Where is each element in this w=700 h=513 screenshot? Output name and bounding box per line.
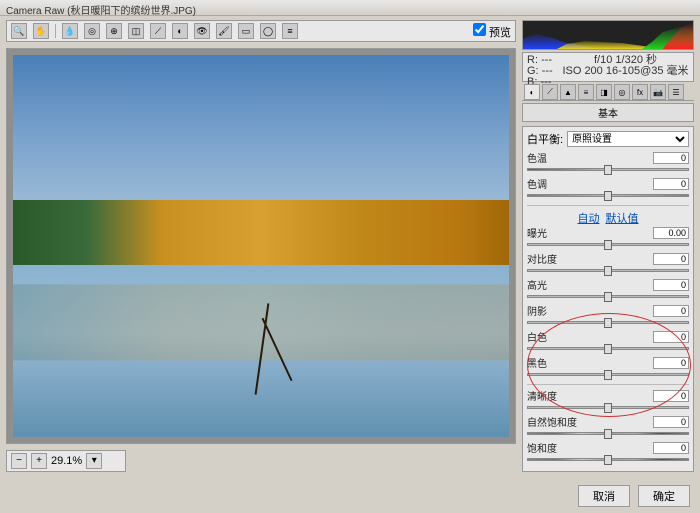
slider-contrast: 对比度0 xyxy=(527,252,689,276)
tab-split[interactable]: ◨ xyxy=(596,84,612,100)
zoom-out-button[interactable]: − xyxy=(11,453,27,469)
histogram xyxy=(522,20,694,50)
tab-presets[interactable]: ☰ xyxy=(668,84,684,100)
cancel-button[interactable]: 取消 xyxy=(578,485,630,507)
slider-blacks: 黑色0 xyxy=(527,356,689,380)
slider-temp: 色温0 xyxy=(527,151,689,175)
tab-hsl[interactable]: ≡ xyxy=(578,84,594,100)
slider-vibrance: 自然饱和度0 xyxy=(527,415,689,439)
target-adjust-icon[interactable]: ⊕ xyxy=(106,23,122,39)
slider-whites: 白色0 xyxy=(527,330,689,354)
iso-readout: ISO 200 16-105@35 毫米 xyxy=(562,66,689,77)
slider-highlights: 高光0 xyxy=(527,278,689,302)
info-readout: R: --- G: --- B: --- f/10 1/320 秒 ISO 20… xyxy=(522,52,694,82)
color-sampler-icon[interactable]: ◎ xyxy=(84,23,100,39)
grad-filter-icon[interactable]: ▭ xyxy=(238,23,254,39)
spot-tool-icon[interactable]: ◐ xyxy=(172,23,188,39)
tab-cal[interactable]: 📷 xyxy=(650,84,666,100)
panel-title: 基本 xyxy=(522,103,694,122)
tab-curve[interactable]: ⟋ xyxy=(542,84,558,100)
slider-saturation: 饱和度0 xyxy=(527,441,689,465)
zoom-level: 29.1% xyxy=(51,455,82,467)
window-title: Camera Raw (秋日暖阳下的缤纷世界.JPG) xyxy=(0,0,700,16)
wb-tool-icon[interactable]: 💧 xyxy=(62,23,78,39)
prefs-icon[interactable]: ≡ xyxy=(282,23,298,39)
wb-select[interactable]: 原照设置 xyxy=(567,131,689,147)
zoom-menu-button[interactable]: ▾ xyxy=(86,453,102,469)
zoom-bar: − + 29.1% ▾ xyxy=(6,450,126,472)
straighten-tool-icon[interactable]: ⟋ xyxy=(150,23,166,39)
image-preview[interactable] xyxy=(6,48,516,444)
crop-tool-icon[interactable]: ◫ xyxy=(128,23,144,39)
redeye-tool-icon[interactable]: 👁 xyxy=(194,23,210,39)
slider-tint: 色调0 xyxy=(527,177,689,201)
wb-label: 白平衡: xyxy=(527,131,563,147)
default-link[interactable]: 默认值 xyxy=(606,210,639,223)
tab-lens[interactable]: ◎ xyxy=(614,84,630,100)
tab-fx[interactable]: fx xyxy=(632,84,648,100)
radial-filter-icon[interactable]: ◯ xyxy=(260,23,276,39)
slider-exposure: 曝光0.00 xyxy=(527,226,689,250)
zoom-tool-icon[interactable]: 🔍 xyxy=(11,23,27,39)
hand-tool-icon[interactable]: ✋ xyxy=(33,23,49,39)
panel-tabs: ◐ ⟋ ▲ ≡ ◨ ◎ fx 📷 ☰ xyxy=(522,84,694,101)
ok-button[interactable]: 确定 xyxy=(638,485,690,507)
auto-link[interactable]: 自动 xyxy=(578,210,600,223)
zoom-in-button[interactable]: + xyxy=(31,453,47,469)
preview-toggle[interactable]: 预览 xyxy=(473,23,511,40)
tab-basic[interactable]: ◐ xyxy=(524,84,540,100)
top-toolbar: 🔍 ✋ 💧 ◎ ⊕ ◫ ⟋ ◐ 👁 🖌 ▭ ◯ ≡ 预览 xyxy=(6,20,516,42)
slider-shadows: 阴影0 xyxy=(527,304,689,328)
adjust-brush-icon[interactable]: 🖌 xyxy=(216,23,232,39)
slider-clarity: 清晰度0 xyxy=(527,389,689,413)
basic-panel: 白平衡: 原照设置 色温0 色调0 自动默认值 曝光0.00 对比度0 xyxy=(522,126,694,472)
tab-detail[interactable]: ▲ xyxy=(560,84,576,100)
